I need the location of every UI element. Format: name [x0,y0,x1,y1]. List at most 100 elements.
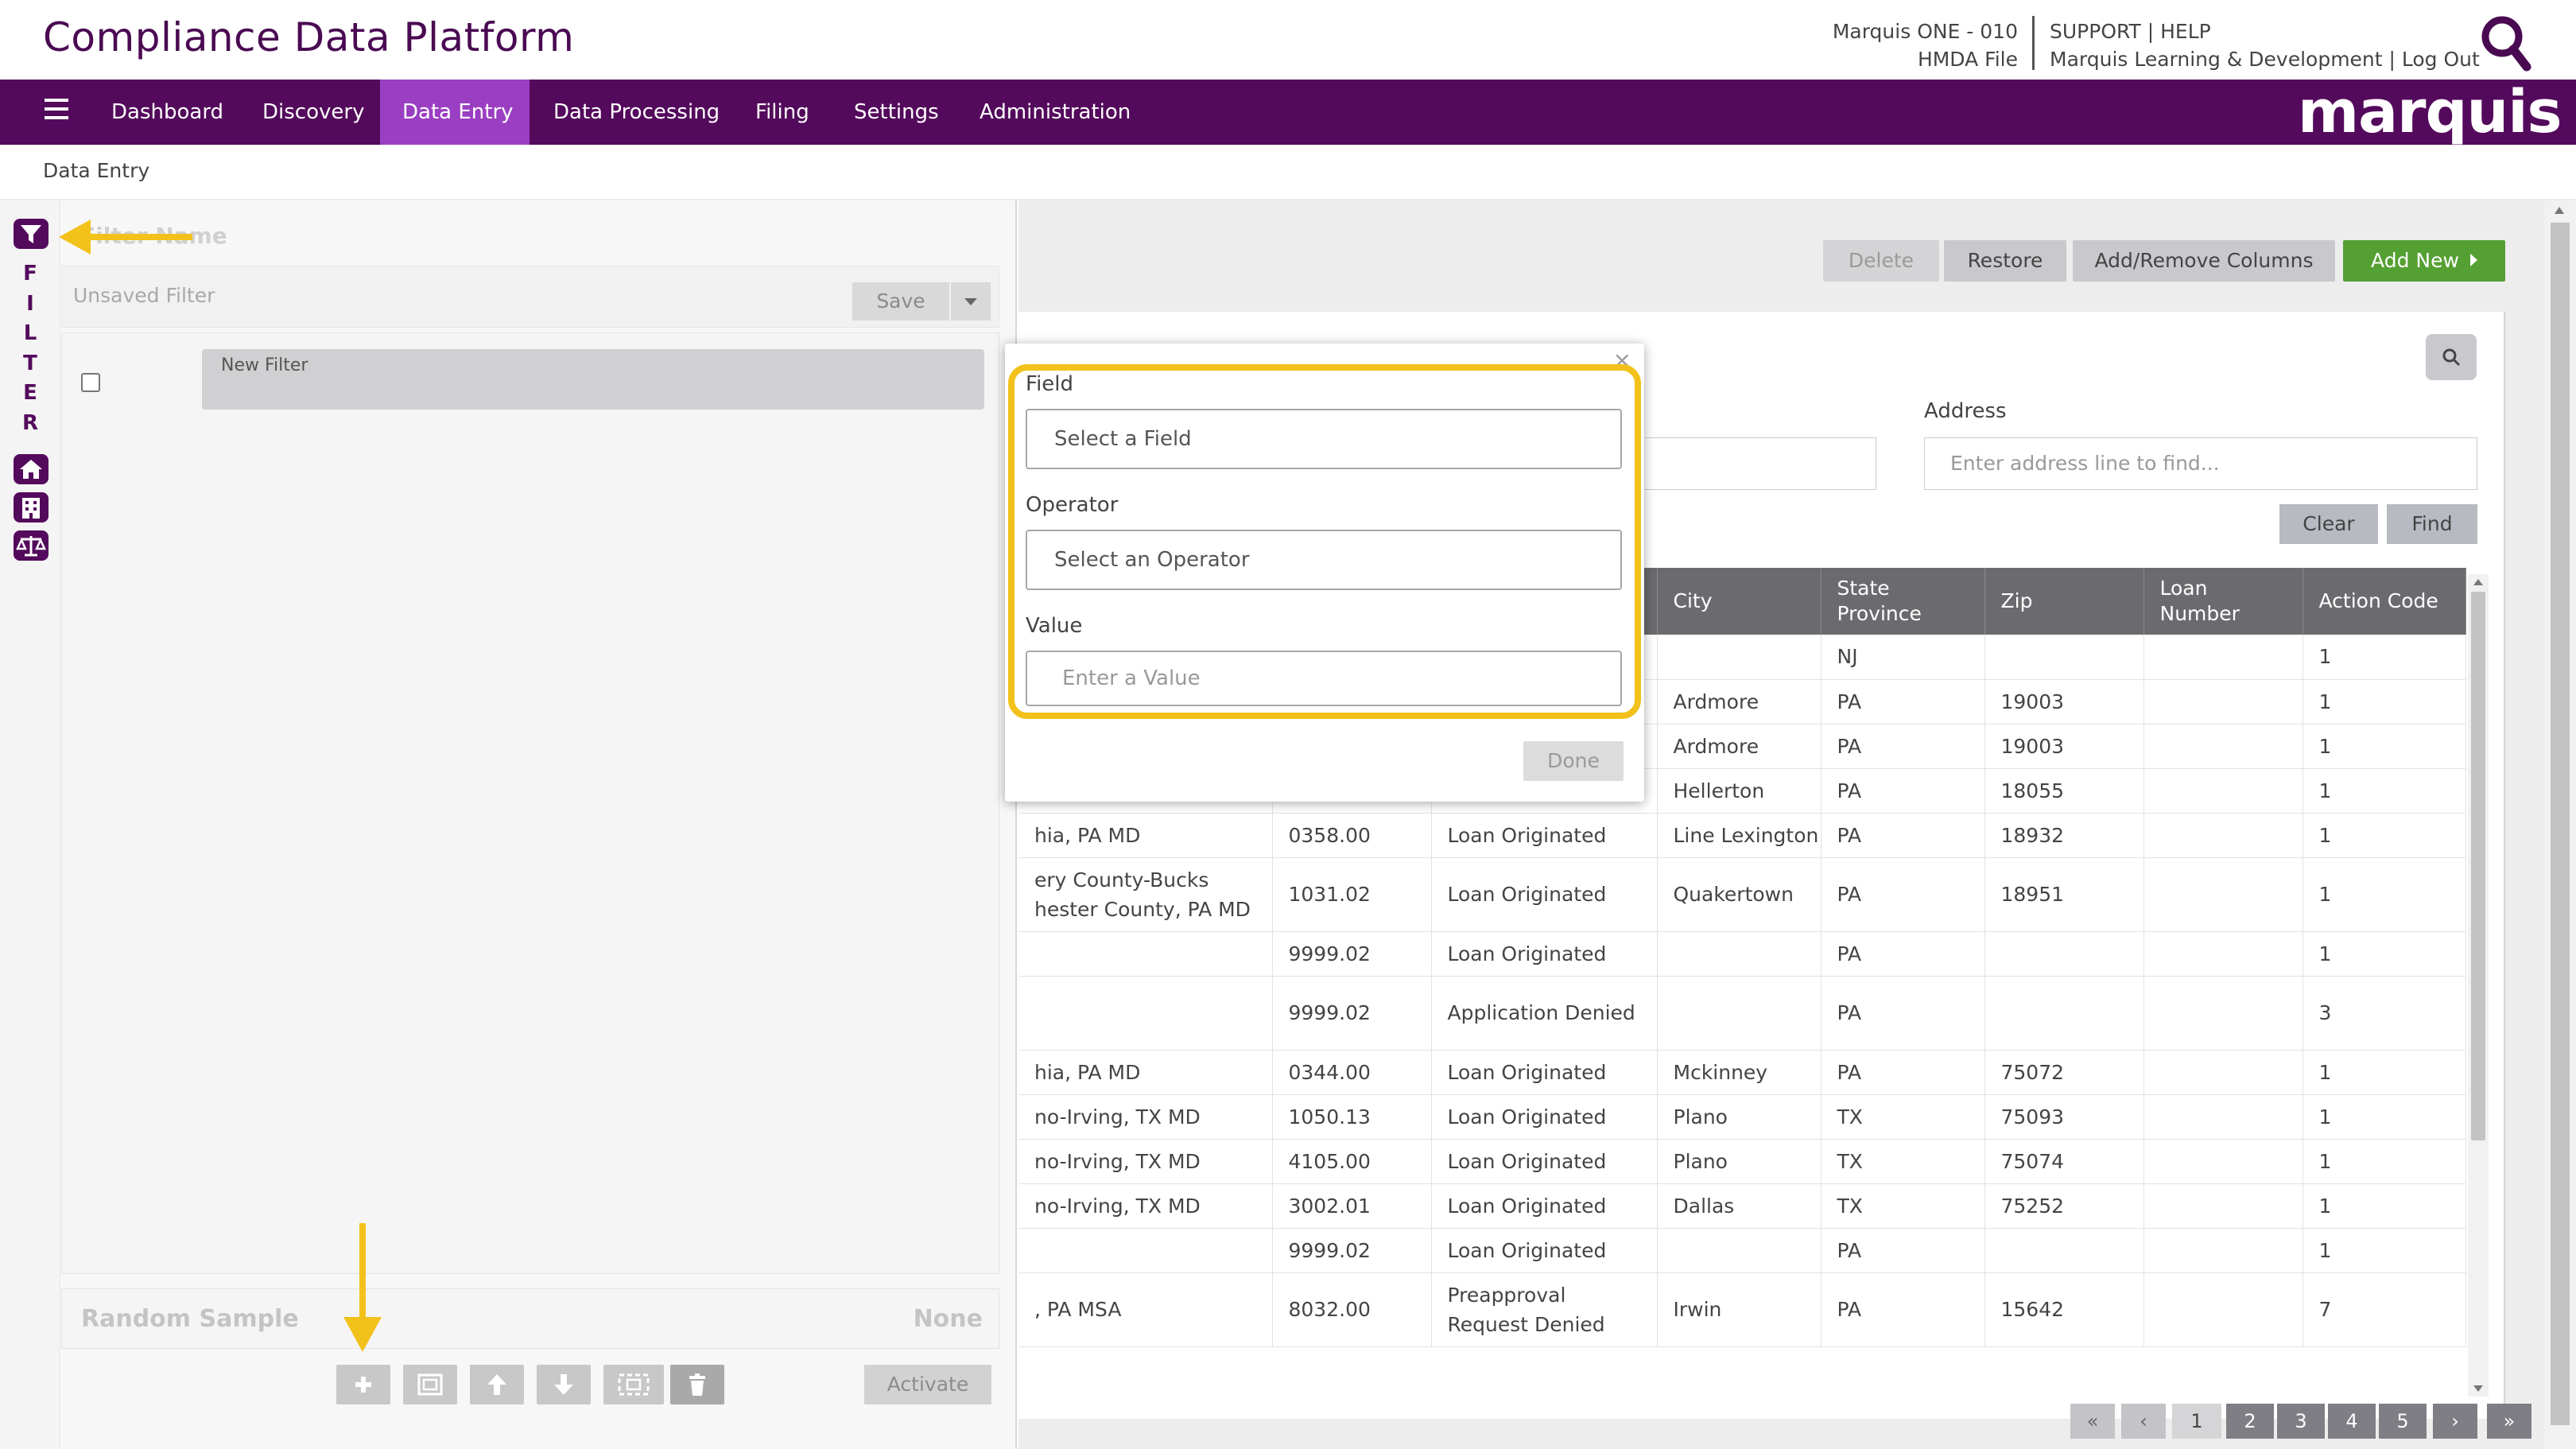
account-file[interactable]: HMDA File [1833,45,2018,73]
column-header-action-code[interactable]: Action Code [2302,568,2466,635]
column-header-zip[interactable]: Zip [1984,568,2144,635]
cell-action-code: 1 [2302,635,2466,680]
table-scrollbar[interactable] [2468,574,2489,1397]
scroll-thumb[interactable] [2471,592,2485,1140]
caret-right-icon [2469,254,2477,266]
building-icon[interactable] [13,491,49,523]
cell-state: PA [1821,813,1985,858]
filter-name-field[interactable]: Unsaved Filter Save [61,266,999,328]
nav-dashboard[interactable]: Dashboard [89,80,246,145]
cell-loan-number [2143,1183,2303,1229]
random-sample-row[interactable]: Random Sample None [61,1288,999,1349]
brand-logo: marquis [2298,78,2562,146]
cell-city [1657,635,1821,680]
table-row[interactable]: no-Irving, TX MD 4105.00 Loan Originated Pl… [1018,1139,2466,1184]
prev-page-button[interactable]: ‹ [2121,1404,2166,1439]
table-row[interactable]: 9999.02 Loan Originated PA 1 [1018,1228,2466,1273]
search-toggle-button[interactable] [2426,334,2477,380]
table-row[interactable]: hia, PA MD 0358.00 Loan Originated Line Lex… [1018,813,2466,858]
cell-state: PA [1821,679,1985,724]
nav-data-processing[interactable]: Data Processing [531,80,742,145]
field-label: Field [1026,372,1074,396]
next-page-button[interactable]: › [2433,1404,2477,1439]
nav-settings[interactable]: Settings [832,80,961,145]
learning-logout-links[interactable]: Marquis Learning & Development | Log Out [2050,45,2480,73]
cell-state: PA [1821,976,1985,1051]
cell-state: PA [1821,724,1985,769]
cell-action-taken: Loan Originated [1431,1050,1658,1095]
nav-administration[interactable]: Administration [957,80,1153,145]
column-header-city[interactable]: City [1657,568,1821,635]
page-scrollbar[interactable] [2544,200,2576,1449]
cell-census-tract: 0344.00 [1272,1050,1432,1095]
filter-icon[interactable] [13,218,49,250]
table-row[interactable]: 9999.02 Loan Originated PA 1 [1018,931,2466,977]
delete-button[interactable]: Delete [1823,240,1939,282]
nav-filing[interactable]: Filing [733,80,832,145]
scroll-down-icon[interactable] [2473,1385,2483,1392]
page-2-button[interactable]: 2 [2226,1404,2274,1439]
cell-zip [1984,931,2144,977]
scales-icon[interactable] [13,530,49,561]
add-remove-columns-button[interactable]: Add/Remove Columns [2073,240,2335,282]
table-row[interactable]: no-Irving, TX MD 1050.13 Loan Originated Pl… [1018,1094,2466,1140]
table-row[interactable]: hia, PA MD 0344.00 Loan Originated Mckinney… [1018,1050,2466,1095]
group-button[interactable] [403,1365,457,1404]
cell-zip: 18951 [1984,857,2144,932]
ungroup-button[interactable] [603,1365,664,1404]
add-criteria-button[interactable] [336,1365,390,1404]
last-page-button[interactable]: » [2487,1404,2531,1439]
table-row[interactable]: , PA MSA 8032.00 Preapproval Request Denie… [1018,1272,2466,1347]
search-icon[interactable] [2479,14,2531,72]
new-filter-row[interactable]: New Filter [202,349,984,410]
annotation-arrow-icon [59,219,192,254]
home-icon[interactable] [13,453,49,485]
save-filter-button[interactable]: Save [852,282,949,320]
field-select[interactable]: Select a Field [1026,409,1622,469]
delete-criteria-button[interactable] [670,1365,724,1404]
address-input[interactable]: Enter address line to find... [1924,437,2477,490]
cell-action-code: 1 [2302,724,2466,769]
trash-icon [689,1373,705,1396]
scroll-up-icon[interactable] [2473,579,2483,585]
operator-select[interactable]: Select an Operator [1026,530,1622,590]
page-5-button[interactable]: 5 [2379,1404,2427,1439]
cell-city: Plano [1657,1139,1821,1184]
app-title: Compliance Data Platform [43,14,575,60]
first-page-button[interactable]: « [2070,1404,2115,1439]
table-row[interactable]: ery County-Bucks hester County, PA MD 1031… [1018,857,2466,932]
cell-city: Quakertown [1657,857,1821,932]
cell-census-tract: 3002.01 [1272,1183,1432,1229]
save-options-dropdown[interactable] [951,282,991,320]
activate-button[interactable]: Activate [864,1365,991,1404]
move-down-button[interactable] [537,1365,591,1404]
column-header-state[interactable]: State Province [1821,568,1985,635]
account-name[interactable]: Marquis ONE - 010 [1833,17,2018,45]
hamburger-icon[interactable] [45,99,68,124]
cell-action-code: 1 [2302,768,2466,814]
support-help-links[interactable]: SUPPORT | HELP [2050,17,2480,45]
nav-data-entry[interactable]: Data Entry [380,80,530,145]
find-button[interactable]: Find [2387,504,2477,544]
page-4-button[interactable]: 4 [2328,1404,2376,1439]
done-button[interactable]: Done [1523,741,1624,781]
cell-census-tract: 8032.00 [1272,1272,1432,1347]
nav-discovery[interactable]: Discovery [240,80,386,145]
cell-census-tract: 9999.02 [1272,931,1432,977]
move-up-button[interactable] [470,1365,524,1404]
table-row[interactable]: no-Irving, TX MD 3002.01 Loan Originated Da… [1018,1183,2466,1229]
page-3-button[interactable]: 3 [2277,1404,2325,1439]
add-new-button[interactable]: Add New [2343,240,2505,282]
column-header-loan-number[interactable]: Loan Number [2143,568,2303,635]
random-sample-label: Random Sample [81,1305,299,1333]
filter-name-value[interactable]: Unsaved Filter [73,284,215,307]
filter-vertical-label[interactable]: F I L T E R [22,259,38,438]
table-row[interactable]: 9999.02 Application Denied PA 3 [1018,976,2466,1051]
value-input[interactable]: Enter a Value [1026,651,1622,706]
page-scroll-thumb[interactable] [2551,223,2570,1425]
scroll-up-icon[interactable] [2555,207,2564,214]
restore-button[interactable]: Restore [1944,240,2066,282]
page-1-button[interactable]: 1 [2172,1404,2221,1439]
clear-button[interactable]: Clear [2279,504,2378,544]
filter-select-checkbox[interactable] [81,373,100,392]
